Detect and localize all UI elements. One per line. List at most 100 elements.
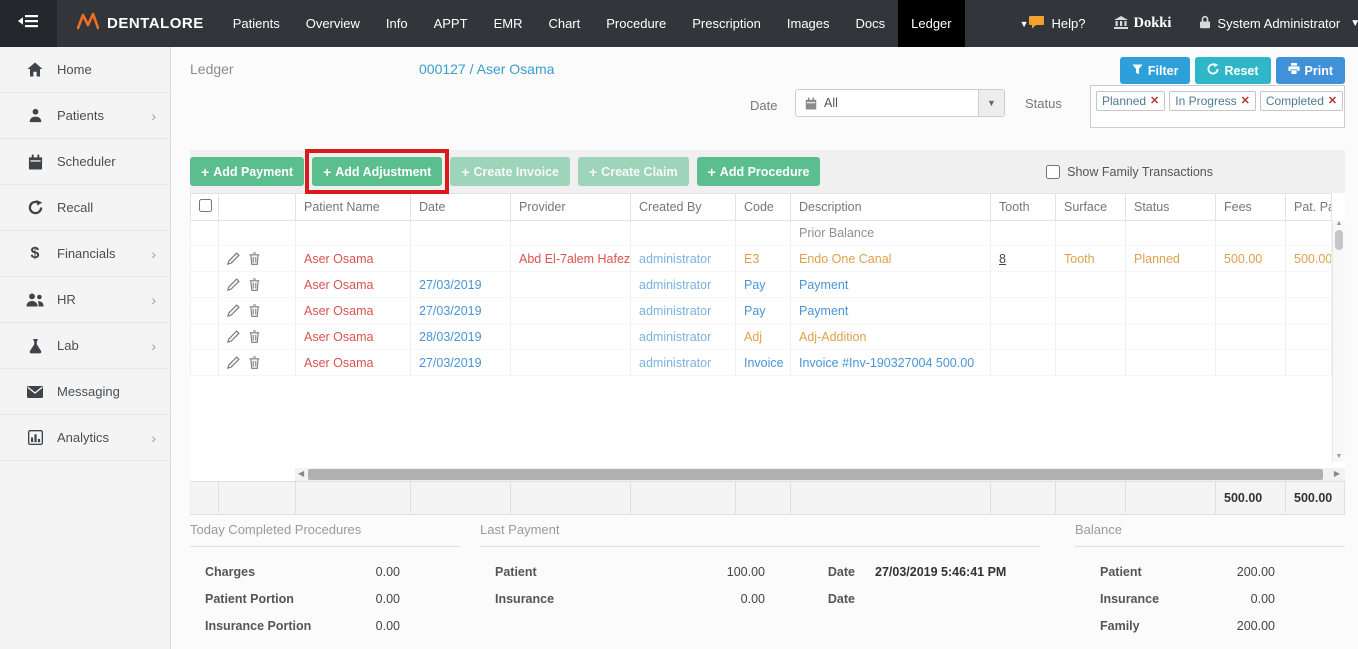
status-filter-multiselect[interactable]: Planned ✕ In Progress ✕ Completed ✕	[1090, 85, 1345, 128]
brand[interactable]: DENTALORE	[57, 0, 220, 47]
description-cell: Payment	[791, 298, 991, 324]
sidebar-toggle-button[interactable]	[0, 0, 57, 47]
date-cell: 27/03/2019	[411, 272, 511, 298]
date-cell: 28/03/2019	[411, 324, 511, 350]
scroll-down-arrow-icon[interactable]: ▼	[1333, 453, 1345, 460]
create-claim-button[interactable]: + Create Claim	[578, 157, 689, 186]
sidebar-item-messaging[interactable]: Messaging	[0, 369, 170, 415]
edit-icon[interactable]	[227, 252, 240, 265]
sidebar-item-patients[interactable]: Patients ›	[0, 93, 170, 139]
scroll-right-arrow-icon[interactable]: ▶	[1334, 469, 1340, 478]
remove-tag-icon[interactable]: ✕	[1150, 96, 1159, 107]
nav-procedure[interactable]: Procedure	[593, 0, 679, 47]
sidebar-item-scheduler[interactable]: Scheduler	[0, 139, 170, 185]
nav-more-chevron-icon[interactable]: ▼	[1020, 19, 1029, 29]
clinic-selector[interactable]: Dokki	[1114, 15, 1172, 32]
sidebar-item-hr[interactable]: HR ›	[0, 277, 170, 323]
content-header: Ledger 000127 / Aser Osama Filter Reset …	[190, 55, 1345, 87]
nav-chart[interactable]: Chart	[535, 0, 593, 47]
sidebar-item-home[interactable]: Home	[0, 47, 170, 93]
chevron-right-icon: ›	[151, 108, 156, 124]
edit-icon[interactable]	[227, 304, 240, 317]
plus-icon: +	[461, 164, 469, 180]
delete-icon[interactable]	[249, 356, 260, 369]
scroll-up-arrow-icon[interactable]: ▲	[1333, 220, 1345, 227]
patient-name-cell[interactable]: Aser Osama	[296, 324, 411, 350]
vertical-scrollbar[interactable]: ▲ ▼	[1332, 220, 1345, 462]
sidebar-item-label: HR	[57, 292, 76, 307]
nav-docs[interactable]: Docs	[843, 0, 899, 47]
show-family-transactions-toggle[interactable]: Show Family Transactions	[1046, 165, 1213, 179]
print-button[interactable]: Print	[1276, 57, 1345, 84]
row-label: Insurance Portion	[205, 613, 376, 640]
total-pat-paid: 500.00	[1286, 482, 1345, 515]
add-adjustment-button[interactable]: + Add Adjustment	[312, 157, 442, 186]
sidebar-item-analytics[interactable]: Analytics ›	[0, 415, 170, 461]
table-row[interactable]: Aser Osama 27/03/2019 administrator Invo…	[191, 350, 1332, 376]
table-row[interactable]: Aser Osama 28/03/2019 administrator Adj …	[191, 324, 1332, 350]
calendar-icon	[796, 97, 824, 110]
help-button[interactable]: Help?	[1029, 15, 1086, 32]
horizontal-scrollbar[interactable]: ◀ ▶	[295, 468, 1345, 481]
table-row[interactable]: Aser Osama 27/03/2019 administrator Pay …	[191, 298, 1332, 324]
date-filter-select[interactable]: All ▼	[795, 89, 1005, 117]
sidebar-item-financials[interactable]: $ Financials ›	[0, 231, 170, 277]
reset-button[interactable]: Reset	[1195, 57, 1270, 84]
vertical-scroll-thumb[interactable]	[1335, 230, 1343, 250]
bar-chart-icon	[26, 430, 44, 445]
status-chip-label: Planned	[1102, 94, 1146, 108]
nav-prescription[interactable]: Prescription	[679, 0, 774, 47]
status-chip-completed: Completed ✕	[1260, 91, 1343, 111]
create-invoice-button[interactable]: + Create Invoice	[450, 157, 570, 186]
filter-button[interactable]: Filter	[1120, 57, 1191, 84]
add-payment-button[interactable]: + Add Payment	[190, 157, 304, 186]
edit-icon[interactable]	[227, 330, 240, 343]
nav-ledger[interactable]: Ledger	[898, 0, 964, 47]
row-value: 200.00	[1237, 559, 1275, 586]
row-label: Patient	[1100, 559, 1237, 586]
patient-reference-link[interactable]: 000127 / Aser Osama	[419, 61, 554, 77]
sidebar: Home Patients › Scheduler Recall $ Finan…	[0, 47, 171, 649]
user-menu[interactable]: System Administrator ▼	[1199, 15, 1358, 32]
table-row[interactable]: Aser Osama Abd El-7alem Hafez administra…	[191, 246, 1332, 272]
delete-icon[interactable]	[249, 278, 260, 291]
patient-name-cell[interactable]: Aser Osama	[296, 272, 411, 298]
delete-icon[interactable]	[249, 304, 260, 317]
nav-emr[interactable]: EMR	[481, 0, 536, 47]
nav-images[interactable]: Images	[774, 0, 843, 47]
sidebar-item-label: Patients	[57, 108, 104, 123]
add-procedure-button[interactable]: + Add Procedure	[697, 157, 821, 186]
patient-name-cell[interactable]: Aser Osama	[296, 246, 411, 272]
patient-name-cell[interactable]: Aser Osama	[296, 298, 411, 324]
horizontal-scroll-thumb[interactable]	[308, 469, 1323, 480]
summary-row: Family 200.00	[1075, 613, 1345, 640]
description-cell: Adj-Addition	[791, 324, 991, 350]
select-all-checkbox[interactable]	[199, 199, 212, 212]
edit-icon[interactable]	[227, 356, 240, 369]
edit-icon[interactable]	[227, 278, 240, 291]
nav-patients[interactable]: Patients	[220, 0, 293, 47]
scroll-left-arrow-icon[interactable]: ◀	[298, 469, 304, 478]
fees-cell: 500.00	[1216, 246, 1286, 272]
sidebar-item-recall[interactable]: Recall	[0, 185, 170, 231]
table-row[interactable]: Aser Osama 27/03/2019 administrator Pay …	[191, 272, 1332, 298]
delete-icon[interactable]	[249, 330, 260, 343]
delete-icon[interactable]	[249, 252, 260, 265]
summary-row: Patient Portion 0.00	[190, 586, 460, 613]
sidebar-item-lab[interactable]: Lab ›	[0, 323, 170, 369]
show-family-transactions-checkbox[interactable]	[1046, 165, 1060, 179]
print-button-label: Print	[1305, 64, 1333, 78]
patient-name-cell[interactable]: Aser Osama	[296, 350, 411, 376]
row-value: 0.00	[376, 613, 400, 640]
remove-tag-icon[interactable]: ✕	[1328, 96, 1337, 107]
nav-appt[interactable]: APPT	[421, 0, 481, 47]
remove-tag-icon[interactable]: ✕	[1241, 96, 1250, 107]
nav-info[interactable]: Info	[373, 0, 421, 47]
nav-overview[interactable]: Overview	[293, 0, 373, 47]
tooth-cell[interactable]: 8	[991, 246, 1056, 272]
row-label: Insurance	[1100, 586, 1251, 613]
date-dropdown-button[interactable]: ▼	[978, 90, 1004, 116]
balance-panel: Balance Patient 200.00 Insurance 0.00 Fa…	[1075, 522, 1345, 640]
chevron-right-icon: ›	[151, 338, 156, 354]
date-label: Date	[765, 586, 855, 613]
